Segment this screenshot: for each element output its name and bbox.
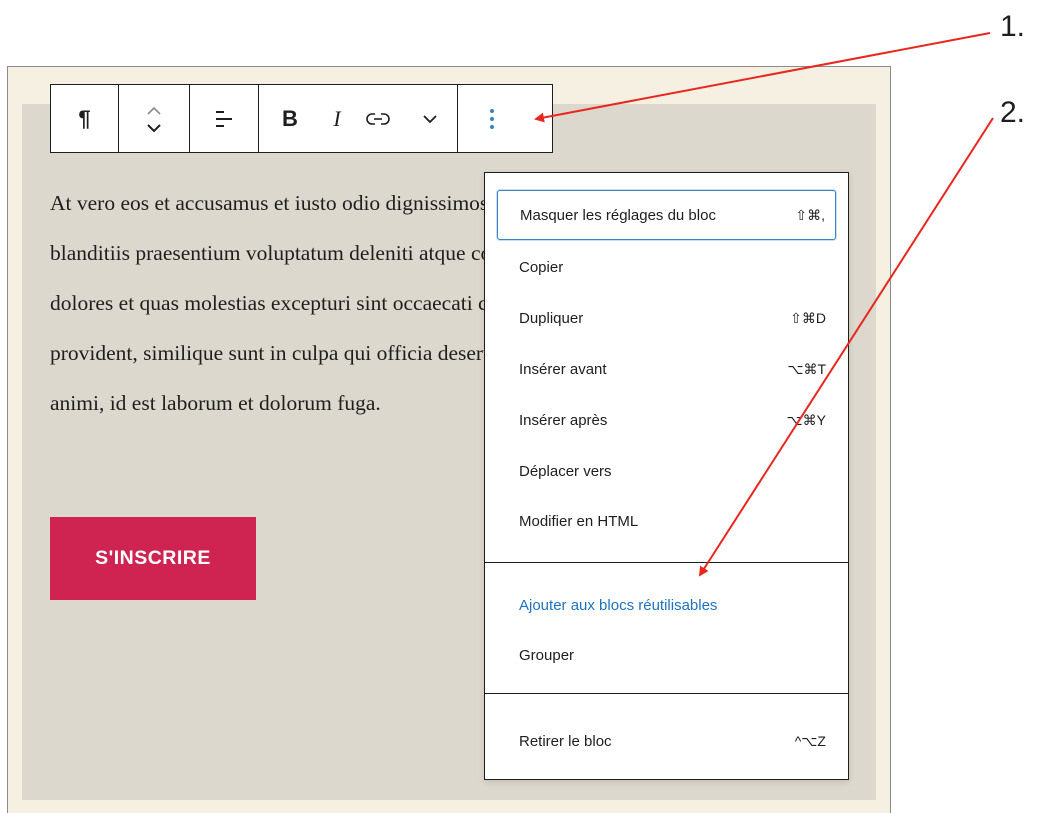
annotation-arrow-2 <box>698 117 994 577</box>
annotation-label-2: 2. <box>1000 96 1026 129</box>
annotation-arrows <box>534 32 994 577</box>
annotation-label-1: 1. <box>1000 10 1026 43</box>
annotation-arrow-1 <box>534 32 991 123</box>
